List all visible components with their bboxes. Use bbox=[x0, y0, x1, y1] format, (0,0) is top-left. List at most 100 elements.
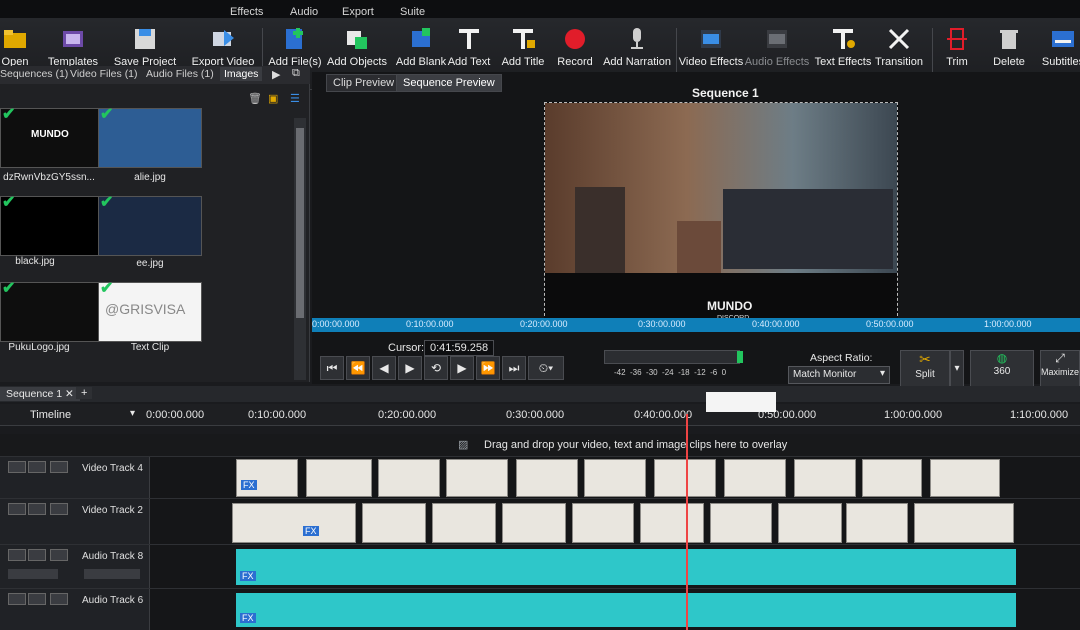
timeline-clip[interactable] bbox=[846, 503, 908, 543]
menu-export[interactable]: Export bbox=[342, 6, 374, 18]
aspect-ratio-label: Aspect Ratio: bbox=[810, 352, 873, 364]
aspect-ratio-select[interactable]: Match Monitor ▾ bbox=[788, 366, 890, 384]
bin-next-arrow[interactable]: ▶ bbox=[272, 68, 280, 81]
tab-sequence-preview[interactable]: Sequence Preview bbox=[396, 74, 502, 92]
fx-badge[interactable]: FX bbox=[240, 571, 256, 581]
eye-icon[interactable] bbox=[8, 461, 26, 473]
text-effects-icon bbox=[833, 29, 855, 49]
tab-clip-preview[interactable]: Clip Preview bbox=[326, 74, 402, 92]
timeline-clip[interactable] bbox=[654, 459, 716, 497]
timeline-clip[interactable] bbox=[378, 459, 440, 497]
go-to-end-button[interactable]: ⏭ bbox=[502, 356, 526, 380]
timeline-menu-chevron[interactable]: ▾ bbox=[130, 408, 135, 419]
fx-badge[interactable]: FX bbox=[240, 613, 256, 623]
video-track[interactable]: Video Track 2 FX bbox=[0, 498, 1080, 544]
next-frame-button[interactable]: ⏩ bbox=[476, 356, 500, 380]
tab-images[interactable]: Images bbox=[220, 67, 263, 81]
timeline-clip[interactable] bbox=[572, 503, 634, 543]
step-forward-button[interactable]: ▶ bbox=[450, 356, 474, 380]
split-button[interactable]: ✂ Split bbox=[900, 350, 950, 388]
speaker-icon[interactable] bbox=[8, 593, 26, 605]
media-filename: dzRwnVbzGY5ssn... bbox=[3, 172, 95, 183]
tab-audio-files[interactable]: Audio Files (1) bbox=[146, 68, 214, 80]
audio-track[interactable]: Audio Track 8 FX bbox=[0, 544, 1080, 588]
bin-scrollbar[interactable] bbox=[294, 118, 306, 380]
loop-button[interactable]: ⟲ bbox=[424, 356, 448, 380]
split-dropdown[interactable]: ▾ bbox=[950, 350, 964, 388]
overlay-drop-zone[interactable]: ▨ Drag and drop your video, text and ima… bbox=[0, 434, 1080, 456]
thumb-text-clip: @GRISVISA bbox=[105, 301, 186, 317]
group-icon[interactable] bbox=[28, 549, 46, 561]
track-header: Audio Track 6 bbox=[0, 589, 150, 630]
timeline-clip[interactable] bbox=[724, 459, 786, 497]
timeline-clip[interactable]: FX bbox=[232, 503, 356, 543]
timeline-clip[interactable] bbox=[516, 459, 578, 497]
preview-scrubber[interactable]: 0:00:00.000 0:10:00.000 0:20:00.000 0:30… bbox=[312, 318, 1080, 332]
timeline-clip[interactable] bbox=[710, 503, 772, 543]
folder-add-icon[interactable]: ▣ bbox=[268, 92, 278, 105]
timeline-clip[interactable] bbox=[640, 503, 704, 543]
timeline-clip[interactable] bbox=[862, 459, 922, 497]
menu-audio[interactable]: Audio bbox=[290, 6, 318, 18]
fx-badge[interactable]: FX bbox=[241, 480, 257, 490]
media-thumb[interactable] bbox=[98, 108, 202, 168]
trash-bin-icon[interactable]: 🗑 bbox=[248, 92, 262, 105]
timeline-clip[interactable] bbox=[584, 459, 646, 497]
timeline-clip[interactable] bbox=[502, 503, 566, 543]
aspect-ratio-value: Match Monitor bbox=[793, 369, 857, 380]
timeline-clip[interactable] bbox=[914, 503, 1014, 543]
lock-icon[interactable] bbox=[50, 503, 68, 515]
timeline-clip[interactable]: FX bbox=[236, 459, 298, 497]
media-thumb[interactable] bbox=[0, 196, 104, 256]
fx-badge[interactable]: FX bbox=[303, 526, 319, 536]
go-to-start-button[interactable]: ⏮ bbox=[320, 356, 344, 380]
audio-waveform-clip[interactable]: FX bbox=[236, 593, 1016, 627]
maximize-button[interactable]: ⤢ Maximize bbox=[1040, 350, 1080, 388]
menu-effects[interactable]: Effects bbox=[230, 6, 263, 18]
timeline-clip[interactable] bbox=[446, 459, 508, 497]
pan-slider[interactable] bbox=[84, 569, 140, 579]
media-thumb[interactable] bbox=[98, 196, 202, 256]
media-thumb[interactable]: @GRISVISA bbox=[98, 282, 202, 342]
monitor-person-right bbox=[677, 221, 721, 273]
cursor-value[interactable]: 0:41:59.258 bbox=[424, 340, 495, 356]
timeline-clip[interactable] bbox=[778, 503, 842, 543]
lock-icon[interactable] bbox=[50, 593, 68, 605]
scroll-thumb[interactable] bbox=[296, 128, 304, 318]
prev-frame-button[interactable]: ⏪ bbox=[346, 356, 370, 380]
play-button[interactable]: ▶ bbox=[398, 356, 422, 380]
track-name: Audio Track 8 bbox=[82, 551, 144, 562]
sequence-tab[interactable]: Sequence 1 ✕ bbox=[0, 387, 80, 401]
volume-slider[interactable] bbox=[8, 569, 58, 579]
timeline-clip[interactable] bbox=[432, 503, 496, 543]
timeline-playhead[interactable] bbox=[686, 414, 688, 630]
add-sequence-button[interactable]: + bbox=[76, 387, 93, 399]
media-thumb[interactable]: MUNDO bbox=[0, 108, 104, 168]
lock-icon[interactable] bbox=[50, 461, 68, 473]
media-thumb[interactable] bbox=[0, 282, 104, 342]
tab-video-files[interactable]: Video Files (1) bbox=[70, 68, 138, 80]
bin-popout-icon[interactable]: ⧉ bbox=[292, 67, 300, 80]
video-monitor[interactable]: MUNDO DISCORD bbox=[544, 102, 898, 326]
timeline-ruler[interactable]: Timeline ▾ 0:00:00.000 0:10:00.000 0:20:… bbox=[0, 392, 1080, 426]
speed-button[interactable]: ⏲▾ bbox=[528, 356, 564, 380]
timeline-clip[interactable] bbox=[794, 459, 856, 497]
group-icon[interactable] bbox=[28, 461, 46, 473]
step-back-button[interactable]: ◀ bbox=[372, 356, 396, 380]
audio-effects-label: Audio Effects bbox=[744, 56, 810, 68]
lock-icon[interactable] bbox=[50, 549, 68, 561]
eye-icon[interactable] bbox=[8, 503, 26, 515]
360-button[interactable]: ◍ 360 bbox=[970, 350, 1034, 388]
group-icon[interactable] bbox=[28, 593, 46, 605]
timeline-clip[interactable] bbox=[362, 503, 426, 543]
menu-suite[interactable]: Suite bbox=[400, 6, 425, 18]
timeline-clip[interactable] bbox=[306, 459, 372, 497]
audio-track[interactable]: Audio Track 6 FX bbox=[0, 588, 1080, 630]
video-track[interactable]: Video Track 4 FX bbox=[0, 456, 1080, 498]
timeline-clip[interactable] bbox=[930, 459, 1000, 497]
speaker-icon[interactable] bbox=[8, 549, 26, 561]
group-icon[interactable] bbox=[28, 503, 46, 515]
audio-waveform-clip[interactable]: FX bbox=[236, 549, 1016, 585]
tab-sequences[interactable]: Sequences (1) bbox=[0, 68, 68, 80]
list-view-icon[interactable]: ☰ bbox=[290, 92, 300, 105]
